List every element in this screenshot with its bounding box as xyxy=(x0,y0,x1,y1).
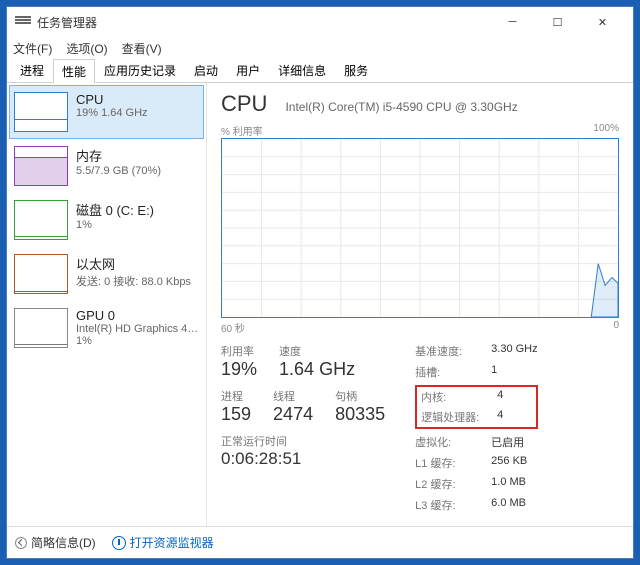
maximize-button[interactable]: ☐ xyxy=(535,7,580,37)
tab-details[interactable]: 详细信息 xyxy=(269,58,335,82)
handles-value: 80335 xyxy=(335,404,385,425)
cpu-thumb-icon xyxy=(14,92,68,132)
cores-label: 内核: xyxy=(421,389,487,405)
chart-y-label: % 利用率 xyxy=(221,123,263,138)
sidebar-item-gpu[interactable]: GPU 0 Intel(R) HD Graphics 4600 1% xyxy=(9,301,204,355)
menu-file[interactable]: 文件(F) xyxy=(13,40,52,57)
processes-value: 159 xyxy=(221,404,251,425)
detail-panel: CPU Intel(R) Core(TM) i5-4590 CPU @ 3.30… xyxy=(207,83,633,526)
sidebar-item-sub: Intel(R) HD Graphics 4600 xyxy=(76,323,199,335)
tab-startup[interactable]: 启动 xyxy=(185,58,227,82)
tab-strip: 进程 性能 应用历史记录 启动 用户 详细信息 服务 xyxy=(7,59,633,83)
tab-services[interactable]: 服务 xyxy=(335,58,377,82)
chart-y-max: 100% xyxy=(593,123,619,138)
handles-label: 句柄 xyxy=(335,388,385,404)
tab-users[interactable]: 用户 xyxy=(227,58,269,82)
tab-app-history[interactable]: 应用历史记录 xyxy=(95,58,185,82)
sockets-label: 插槽: xyxy=(415,364,481,380)
sidebar-item-sub: 19% 1.64 GHz xyxy=(76,107,199,119)
tab-performance[interactable]: 性能 xyxy=(53,59,95,83)
logical-label: 逻辑处理器: xyxy=(421,409,487,425)
gpu-thumb-icon xyxy=(14,308,68,348)
menu-options[interactable]: 选项(O) xyxy=(66,40,107,57)
chevron-up-icon xyxy=(15,537,27,549)
uptime-label: 正常运行时间 xyxy=(221,433,385,449)
speed-label: 速度 xyxy=(279,343,355,359)
sidebar-item-memory[interactable]: 内存 5.5/7.9 GB (70%) xyxy=(9,139,204,193)
menubar: 文件(F) 选项(O) 查看(V) xyxy=(7,37,633,59)
disk-thumb-icon xyxy=(14,200,68,240)
cores-value: 4 xyxy=(497,389,503,405)
highlighted-cores-box: 内核: 4 逻辑处理器: 4 xyxy=(415,385,537,429)
stats-area: 利用率 19% 速度 1.64 GHz 进程 159 xyxy=(221,343,619,513)
sidebar-item-label: 磁盘 0 (C: E:) xyxy=(76,200,199,219)
l3-label: L3 缓存: xyxy=(415,497,481,513)
minimize-button[interactable]: ─ xyxy=(490,7,535,37)
logical-value: 4 xyxy=(497,409,503,425)
footer-bar: 简略信息(D) 打开资源监视器 xyxy=(7,526,633,558)
ethernet-thumb-icon xyxy=(14,254,68,294)
content-area: CPU 19% 1.64 GHz 内存 5.5/7.9 GB (70%) 磁盘 … xyxy=(7,83,633,526)
threads-label: 线程 xyxy=(273,388,313,404)
menu-view[interactable]: 查看(V) xyxy=(122,40,162,57)
sidebar-item-sub: 5.5/7.9 GB (70%) xyxy=(76,165,199,177)
performance-sidebar: CPU 19% 1.64 GHz 内存 5.5/7.9 GB (70%) 磁盘 … xyxy=(7,83,207,526)
l2-label: L2 缓存: xyxy=(415,476,481,492)
app-icon xyxy=(15,16,31,28)
util-label: 利用率 xyxy=(221,343,257,359)
chart-x-min: 0 xyxy=(613,320,619,335)
sidebar-item-label: CPU xyxy=(76,92,199,107)
speed-value: 1.64 GHz xyxy=(279,359,355,380)
sidebar-item-ethernet[interactable]: 以太网 发送: 0 接收: 88.0 Kbps xyxy=(9,247,204,301)
sidebar-item-cpu[interactable]: CPU 19% 1.64 GHz xyxy=(9,85,204,139)
base-speed-value: 3.30 GHz xyxy=(491,343,537,359)
sidebar-item-sub: 1% xyxy=(76,219,199,231)
l1-label: L1 缓存: xyxy=(415,455,481,471)
fewer-details-button[interactable]: 简略信息(D) xyxy=(15,534,96,551)
l3-value: 6.0 MB xyxy=(491,497,526,513)
memory-thumb-icon xyxy=(14,146,68,186)
resource-monitor-icon xyxy=(112,536,126,550)
cpu-model: Intel(R) Core(TM) i5-4590 CPU @ 3.30GHz xyxy=(285,100,517,114)
sockets-value: 1 xyxy=(491,364,497,380)
l2-value: 1.0 MB xyxy=(491,476,526,492)
open-resource-monitor-link[interactable]: 打开资源监视器 xyxy=(112,534,214,551)
util-value: 19% xyxy=(221,359,257,380)
sidebar-item-extra: 1% xyxy=(76,335,199,347)
sidebar-item-sub: 发送: 0 接收: 88.0 Kbps xyxy=(76,273,199,289)
sidebar-item-label: 内存 xyxy=(76,146,199,165)
threads-value: 2474 xyxy=(273,404,313,425)
sidebar-item-label: 以太网 xyxy=(76,254,199,273)
window-title: 任务管理器 xyxy=(37,14,97,31)
uptime-value: 0:06:28:51 xyxy=(221,449,385,469)
virt-label: 虚拟化: xyxy=(415,434,481,450)
chart-x-label: 60 秒 xyxy=(221,320,245,335)
sidebar-item-label: GPU 0 xyxy=(76,308,199,323)
l1-value: 256 KB xyxy=(491,455,527,471)
close-button[interactable]: ✕ xyxy=(580,7,625,37)
sidebar-item-disk[interactable]: 磁盘 0 (C: E:) 1% xyxy=(9,193,204,247)
task-manager-window: 任务管理器 ─ ☐ ✕ 文件(F) 选项(O) 查看(V) 进程 性能 应用历史… xyxy=(6,6,634,559)
page-title: CPU xyxy=(221,91,267,117)
tab-processes[interactable]: 进程 xyxy=(11,58,53,82)
processes-label: 进程 xyxy=(221,388,251,404)
cpu-utilization-chart[interactable] xyxy=(221,138,619,318)
base-speed-label: 基准速度: xyxy=(415,343,481,359)
titlebar[interactable]: 任务管理器 ─ ☐ ✕ xyxy=(7,7,633,37)
virt-value: 已启用 xyxy=(491,434,524,450)
